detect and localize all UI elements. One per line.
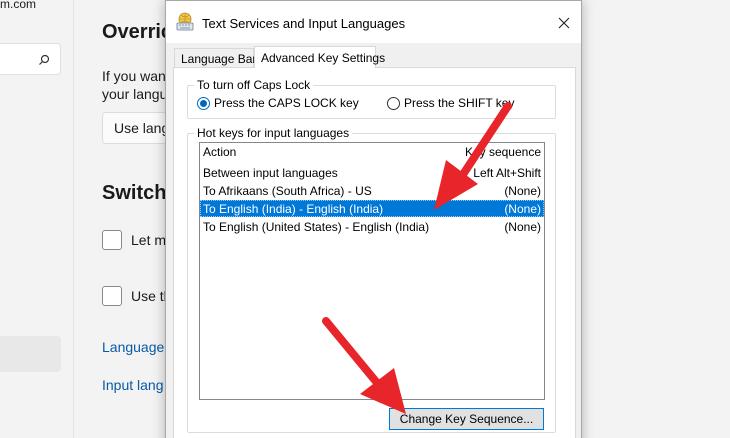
let-me-checkbox[interactable] (102, 230, 122, 250)
hotkeys-group-title: Hot keys for input languages (194, 126, 353, 140)
list-row[interactable]: To English (United States) - English (In… (200, 218, 544, 235)
close-icon (558, 17, 570, 29)
column-header-action[interactable]: Action (203, 145, 236, 159)
use-the-checkbox[interactable] (102, 286, 122, 306)
shift-key-radio-label: Press the SHIFT key (404, 96, 515, 110)
settings-account-fragment: m.com (0, 0, 36, 11)
language-bar-options-link[interactable]: Language (102, 339, 164, 355)
row-action: To English (United States) - English (In… (203, 220, 430, 234)
row-action: To Afrikaans (South Africa) - US (203, 184, 372, 198)
row-action: To English (India) - English (India) (203, 202, 384, 216)
input-language-hotkeys-link[interactable]: Input lang (102, 377, 164, 393)
caps-lock-radio-option[interactable]: Press the CAPS LOCK key (197, 95, 359, 111)
close-button[interactable] (547, 9, 581, 37)
row-key-sequence: (None) (504, 202, 541, 216)
tab-language-bar[interactable]: Language Bar (174, 48, 256, 68)
list-row-selected[interactable]: To English (India) - English (India) (No… (200, 200, 544, 217)
list-row[interactable]: Between input languages Left Alt+Shift (200, 164, 544, 181)
override-description-line1: If you wan (102, 68, 166, 84)
row-action: Between input languages (203, 166, 338, 180)
caps-lock-radio-label: Press the CAPS LOCK key (214, 96, 359, 110)
search-icon (38, 53, 50, 65)
settings-search-box[interactable] (0, 43, 61, 75)
override-heading: Overric (102, 21, 173, 43)
dialog-titlebar[interactable]: Text Services and Input Languages (166, 1, 581, 43)
row-key-sequence: Left Alt+Shift (473, 166, 541, 180)
settings-nav-selected-item[interactable] (0, 336, 61, 372)
change-key-sequence-button[interactable]: Change Key Sequence... (389, 408, 544, 430)
let-me-checkbox-label: Let m (131, 232, 167, 248)
list-header: Action Key sequence (200, 143, 544, 161)
dialog-title: Text Services and Input Languages (202, 16, 406, 31)
tab-advanced-key-settings[interactable]: Advanced Key Settings (254, 46, 385, 68)
row-key-sequence: (None) (504, 220, 541, 234)
shift-key-radio[interactable] (387, 96, 400, 110)
column-header-key-sequence[interactable]: Key sequence (465, 145, 541, 159)
settings-divider (73, 0, 74, 438)
caps-lock-radio[interactable] (197, 96, 210, 110)
hotkeys-list[interactable]: Action Key sequence Between input langua… (199, 142, 545, 400)
list-row[interactable]: To Afrikaans (South Africa) - US (None) (200, 182, 544, 199)
override-description-line2: your langu (102, 86, 168, 102)
keyboard-globe-icon (175, 12, 195, 32)
shift-key-radio-option[interactable]: Press the SHIFT key (387, 95, 514, 111)
caps-lock-group-title: To turn off Caps Lock (194, 78, 314, 92)
row-key-sequence: (None) (504, 184, 541, 198)
switching-heading: Switchi (102, 182, 173, 204)
